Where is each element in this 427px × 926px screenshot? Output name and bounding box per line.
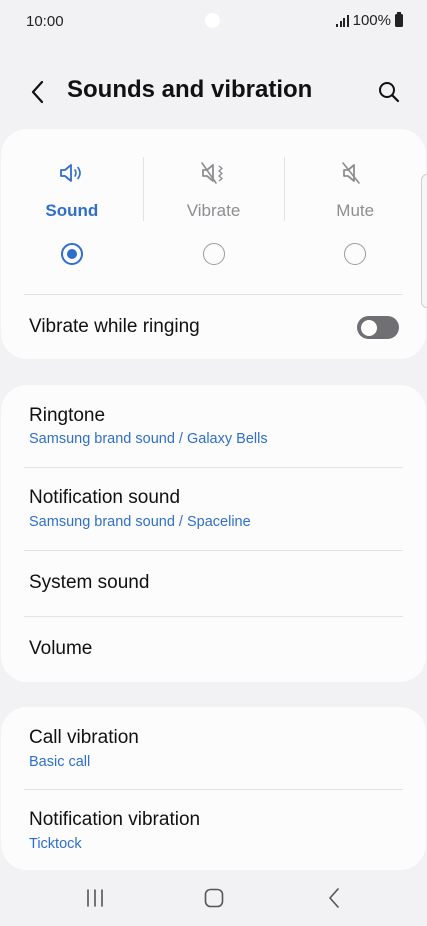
recents-icon: [87, 889, 103, 907]
sound-mode-selector: Sound Vibrate Mute: [1, 157, 426, 277]
signal-icon: [336, 14, 349, 27]
sound-mode-option[interactable]: Sound: [1, 157, 143, 277]
vibrate-icon: [200, 157, 228, 189]
sound-radio[interactable]: [60, 243, 83, 265]
status-indicators: 100%: [336, 12, 403, 29]
edge-panel-handle[interactable]: [421, 174, 427, 308]
volume-title: Volume: [29, 638, 93, 659]
volume-row[interactable]: Volume: [1, 617, 426, 682]
call-vibration-row[interactable]: Call vibration Basic call: [1, 707, 426, 789]
vibrate-mode-option[interactable]: Vibrate: [142, 157, 285, 277]
mode-label: Mute: [336, 201, 375, 220]
mode-label: Sound: [45, 201, 99, 220]
home-button[interactable]: [194, 880, 234, 916]
nav-back-button[interactable]: [314, 880, 354, 916]
back-button[interactable]: [22, 74, 54, 110]
system-sound-row[interactable]: System sound: [1, 551, 426, 616]
notification-sound-title: Notification sound: [29, 487, 181, 508]
mute-icon: [341, 157, 369, 189]
speaker-sound-icon: [58, 157, 86, 189]
status-bar: 10:00 100%: [0, 0, 427, 44]
back-icon: [329, 888, 339, 908]
mute-radio[interactable]: [344, 243, 367, 265]
vibrate-while-ringing-label: Vibrate while ringing: [29, 316, 200, 337]
front-camera: [205, 13, 220, 28]
vibrate-while-ringing-row[interactable]: Vibrate while ringing: [1, 295, 426, 359]
vibration-card: Call vibration Basic call Notification v…: [1, 707, 426, 870]
mode-label: Vibrate: [186, 201, 241, 220]
app-header: Sounds and vibration: [0, 60, 427, 124]
toggle-knob: [361, 319, 377, 336]
home-icon: [204, 888, 224, 908]
search-button[interactable]: [371, 74, 407, 110]
vibrate-radio[interactable]: [202, 243, 225, 265]
navigation-bar: [0, 870, 427, 926]
mode-divider: [142, 157, 144, 221]
notification-vibration-row[interactable]: Notification vibration Ticktock: [1, 790, 426, 870]
back-arrow-icon: [31, 80, 44, 104]
mute-mode-option[interactable]: Mute: [284, 157, 426, 277]
sounds-card: Ringtone Samsung brand sound / Galaxy Be…: [1, 385, 426, 682]
ringtone-row[interactable]: Ringtone Samsung brand sound / Galaxy Be…: [1, 385, 426, 467]
notification-vibration-subtitle: Ticktock: [29, 836, 82, 852]
notification-sound-row[interactable]: Notification sound Samsung brand sound /…: [1, 468, 426, 550]
battery-icon: [395, 12, 403, 27]
search-icon: [379, 82, 400, 103]
ringtone-title: Ringtone: [29, 405, 106, 426]
mode-divider: [284, 157, 286, 221]
battery-percent: 100%: [352, 12, 391, 29]
call-vibration-title: Call vibration: [29, 727, 139, 748]
system-sound-title: System sound: [29, 572, 150, 593]
notification-sound-subtitle: Samsung brand sound / Spaceline: [29, 514, 251, 530]
notification-vibration-title: Notification vibration: [29, 809, 201, 830]
status-time: 10:00: [26, 13, 64, 30]
sound-mode-card: Sound Vibrate Mute Vibrate while ringing: [1, 129, 426, 359]
ringtone-subtitle: Samsung brand sound / Galaxy Bells: [29, 431, 268, 447]
vibrate-while-ringing-toggle[interactable]: [357, 316, 399, 339]
page-title: Sounds and vibration: [67, 76, 313, 103]
recents-button[interactable]: [75, 880, 115, 916]
call-vibration-subtitle: Basic call: [29, 754, 91, 770]
